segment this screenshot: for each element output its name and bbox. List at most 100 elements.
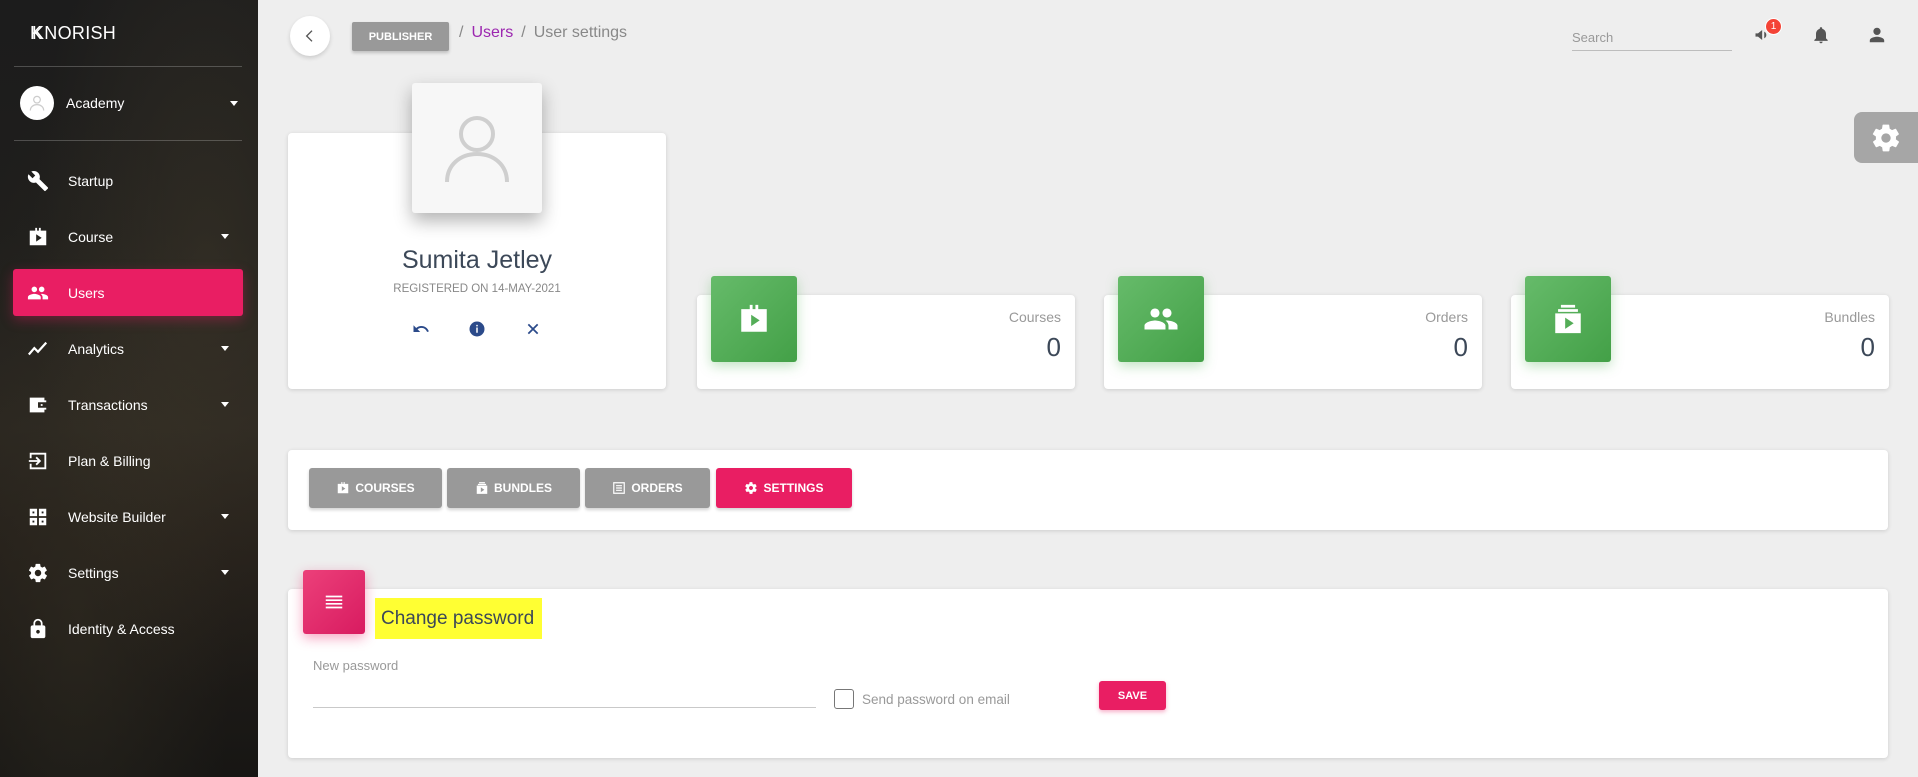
new-password-label: New password	[313, 658, 399, 673]
tab-label: SETTINGS	[763, 481, 824, 495]
gear-icon	[26, 561, 50, 585]
brand-name: KNORISH	[32, 22, 117, 43]
notification-count-badge: 1	[1765, 18, 1782, 35]
sidebar-item-label: Analytics	[68, 340, 125, 357]
remove-button[interactable]	[524, 320, 542, 338]
chevron-down-icon	[221, 346, 229, 351]
sidebar-item-users[interactable]: Users	[13, 269, 243, 316]
users-icon	[1118, 276, 1204, 362]
chevron-left-icon	[305, 30, 313, 42]
person-icon	[1869, 27, 1885, 43]
new-password-input[interactable]	[313, 682, 816, 708]
wrench-icon	[26, 169, 50, 193]
brand[interactable]: K KNORISH	[0, 0, 258, 66]
undo-button[interactable]	[412, 320, 430, 338]
list-icon	[613, 482, 626, 494]
gear-icon	[745, 482, 758, 494]
save-button[interactable]: SAVE	[1099, 681, 1166, 710]
tab-label: COURSES	[355, 481, 415, 495]
search-input[interactable]	[1572, 24, 1732, 51]
chevron-down-icon	[221, 570, 229, 575]
sidebar-divider	[14, 66, 242, 67]
tab-settings[interactable]: SETTINGS	[716, 468, 852, 508]
send-password-email-label[interactable]: Send password on email	[862, 692, 1010, 707]
announcement-button[interactable]: 1	[1750, 18, 1782, 48]
fixed-settings-button[interactable]	[1854, 112, 1918, 163]
profile-registered-date: REGISTERED ON 14-MAY-2021	[393, 283, 561, 295]
breadcrumb-current: User settings	[533, 24, 628, 41]
wallet-icon	[26, 393, 50, 417]
info-button[interactable]	[468, 320, 486, 338]
undo-icon	[413, 325, 429, 332]
bundle-icon	[1525, 276, 1611, 362]
user-outline-icon	[445, 116, 509, 183]
sidebar-item-label: Website Builder	[68, 508, 166, 525]
stat-value: 0	[1860, 332, 1875, 362]
grid-builder-icon	[26, 505, 50, 529]
close-icon	[527, 323, 539, 335]
profile-name: Sumita Jetley	[401, 246, 553, 274]
back-button[interactable]	[290, 16, 330, 56]
tab-label: BUNDLES	[493, 481, 552, 495]
breadcrumb-link-users[interactable]: Users	[471, 24, 513, 42]
sidebar-item-analytics[interactable]: Analytics	[13, 325, 243, 372]
sidebar-nav: Startup Course Users Analytics Transacti…	[13, 157, 243, 661]
course-case-icon	[711, 276, 797, 362]
change-password-title: Change password	[375, 598, 542, 639]
info-icon	[469, 321, 485, 337]
breadcrumb: / Users / User settings	[459, 24, 627, 42]
sidebar-item-label: Identity & Access	[68, 620, 175, 637]
chevron-down-icon	[221, 402, 229, 407]
sidebar-item-label: Course	[68, 228, 114, 245]
login-arrow-icon	[26, 449, 50, 473]
chevron-down-icon	[221, 234, 229, 239]
stat-label: Orders	[1425, 309, 1468, 325]
stat-value: 0	[1046, 332, 1061, 362]
account-button[interactable]	[1864, 22, 1890, 48]
sidebar-divider	[14, 140, 242, 141]
course-case-icon	[338, 482, 349, 494]
sidebar-item-identity-access[interactable]: Identity & Access	[13, 605, 243, 652]
stat-value: 0	[1453, 332, 1468, 362]
send-password-email-checkbox[interactable]	[834, 689, 854, 709]
tab-courses[interactable]: COURSES	[309, 468, 442, 508]
tab-label: ORDERS	[631, 481, 683, 495]
chevron-down-icon	[230, 100, 238, 106]
notifications-button[interactable]	[1808, 22, 1834, 48]
stat-label: Bundles	[1824, 309, 1875, 325]
trending-line-icon	[26, 337, 50, 361]
sidebar: K KNORISH Academy Startup Course Users A…	[0, 0, 258, 777]
sidebar-item-startup[interactable]: Startup	[13, 157, 243, 204]
chevron-down-icon	[221, 514, 229, 519]
course-case-icon	[26, 225, 50, 249]
breadcrumb-separator: /	[459, 24, 464, 41]
list-lines-icon	[303, 570, 365, 634]
sidebar-item-label: Plan & Billing	[68, 452, 151, 469]
publisher-badge[interactable]: PUBLISHER	[352, 22, 449, 51]
profile-actions	[288, 320, 666, 338]
sidebar-item-transactions[interactable]: Transactions	[13, 381, 243, 428]
tab-bundles[interactable]: BUNDLES	[447, 468, 580, 508]
sidebar-item-label: Users	[68, 284, 105, 301]
sidebar-item-website-builder[interactable]: Website Builder	[13, 493, 243, 540]
sidebar-item-course[interactable]: Course	[13, 213, 243, 260]
user-outline-icon	[29, 95, 45, 111]
profile-photo[interactable]	[412, 83, 542, 213]
lock-icon	[26, 617, 50, 641]
tab-orders[interactable]: ORDERS	[585, 468, 710, 508]
sidebar-user-label: Academy	[66, 95, 125, 111]
stat-label: Courses	[1008, 309, 1061, 325]
bell-icon	[1814, 27, 1828, 44]
bundle-icon	[476, 482, 488, 494]
user-tabs-card: COURSES BUNDLES ORDERS SETTINGS	[288, 450, 1888, 530]
sidebar-item-label: Settings	[68, 564, 119, 581]
sidebar-item-plan-billing[interactable]: Plan & Billing	[13, 437, 243, 484]
sidebar-user-menu[interactable]: Academy	[20, 86, 238, 120]
sidebar-item-label: Startup	[68, 172, 114, 189]
sidebar-item-settings[interactable]: Settings	[13, 549, 243, 596]
users-icon	[26, 281, 50, 305]
breadcrumb-separator: /	[521, 24, 526, 41]
avatar	[20, 86, 54, 120]
gear-icon	[1872, 124, 1900, 151]
sidebar-item-label: Transactions	[68, 396, 148, 413]
